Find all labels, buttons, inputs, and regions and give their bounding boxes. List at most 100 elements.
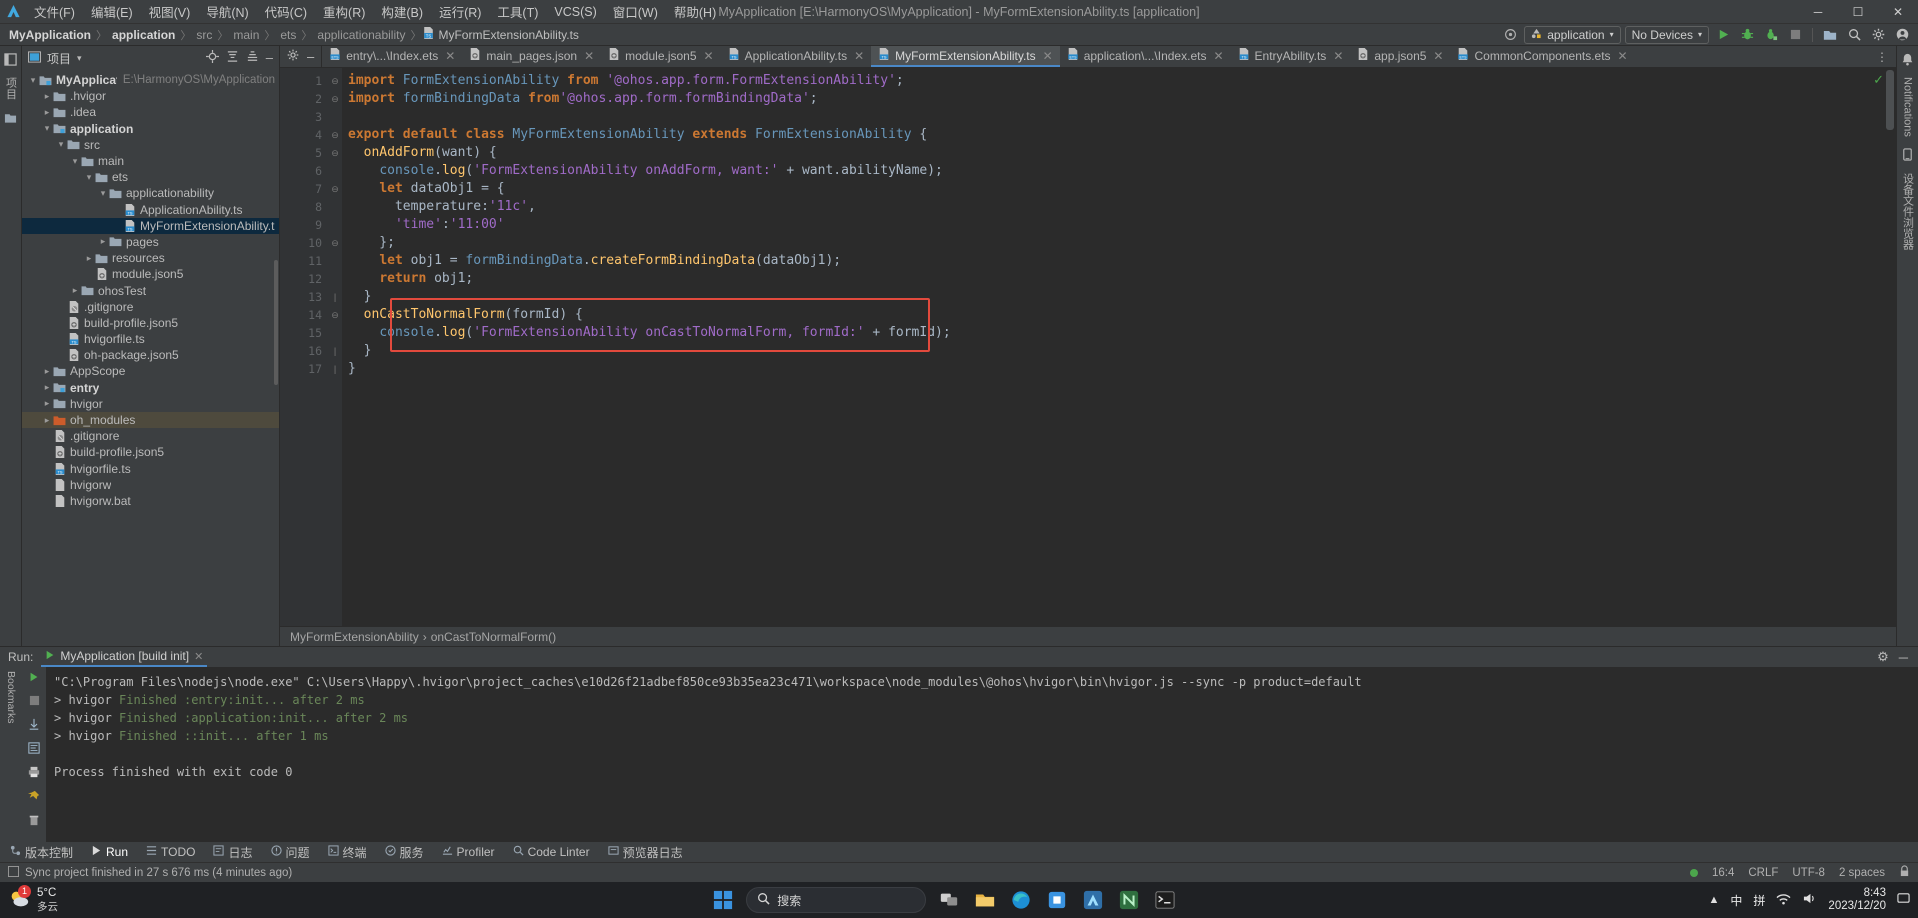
deveco-icon[interactable] (1080, 887, 1106, 913)
settings-icon[interactable] (1868, 26, 1888, 44)
project-tool-icon[interactable] (2, 50, 20, 68)
edge-icon[interactable] (1008, 887, 1034, 913)
menu-item-code[interactable]: 代码(C) (257, 0, 315, 23)
code-line[interactable]: temperature:'11c', (348, 198, 1896, 216)
chevron-down-icon[interactable]: ▾ (84, 172, 94, 183)
project-tree-scrollbar[interactable] (274, 260, 278, 385)
project-panel-title[interactable]: 项目 (47, 50, 71, 67)
tree-row[interactable]: build-profile.json5 (22, 444, 279, 460)
fold-marker[interactable]: ⊖ (328, 90, 342, 108)
code-line[interactable]: console.log('FormExtensionAbility onCast… (348, 324, 1896, 342)
fold-marker[interactable] (328, 270, 342, 288)
notifications-icon[interactable] (1899, 50, 1917, 68)
tree-row[interactable]: TS hvigorfile.ts (22, 331, 279, 347)
store-icon[interactable] (1044, 887, 1070, 913)
editor-tab[interactable]: ETS entry\...\Index.ets ✕ (322, 46, 462, 67)
bottom-tab-服务[interactable]: 服务 (383, 844, 426, 861)
ime-lang-icon[interactable]: 中 (1730, 892, 1742, 909)
menu-item-navigate[interactable]: 导航(N) (198, 0, 256, 23)
device-selector[interactable]: No Devices ▾ (1624, 25, 1709, 44)
notification-icon[interactable] (1897, 892, 1910, 908)
tree-row[interactable]: ▸ pages (22, 234, 279, 250)
account-icon[interactable] (1892, 26, 1912, 44)
editor-breadcrumb-method[interactable]: onCastToNormalForm() (431, 630, 556, 644)
fold-marker[interactable]: ⊖ (328, 180, 342, 198)
encoding[interactable]: UTF-8 (1792, 867, 1825, 879)
maximize-button[interactable]: ☐ (1838, 0, 1878, 24)
code-line[interactable]: }; (348, 234, 1896, 252)
tree-row[interactable]: build-profile.json5 (22, 315, 279, 331)
chevron-right-icon[interactable]: ▸ (42, 415, 52, 426)
more-tabs-icon[interactable]: ⋮ (1876, 50, 1888, 64)
close-icon[interactable]: ✕ (1618, 49, 1628, 63)
editor-scrollbar[interactable] (1886, 70, 1894, 130)
close-icon[interactable]: ✕ (445, 49, 455, 63)
close-icon[interactable]: ✕ (1213, 49, 1223, 63)
chevron-down-icon[interactable]: ▾ (70, 156, 80, 167)
network-icon[interactable] (1776, 892, 1791, 908)
editor-tab[interactable]: TS MyFormExtensionAbility.ts ✕ (871, 46, 1060, 67)
code-line[interactable]: console.log('FormExtensionAbility onAddF… (348, 162, 1896, 180)
tree-row[interactable]: ▸ .idea (22, 104, 279, 120)
fold-marker[interactable] (328, 162, 342, 180)
code-line[interactable]: import formBindingData from'@ohos.app.fo… (348, 90, 1896, 108)
code-line[interactable]: } (348, 360, 1896, 378)
breadcrumb-item-file[interactable]: TS MyFormExtensionAbility.ts (423, 27, 579, 42)
console-output[interactable]: "C:\Program Files\nodejs\node.exe" C:\Us… (46, 667, 1918, 842)
bookmarks-label[interactable]: Bookmarks (5, 671, 17, 724)
chevron-right-icon[interactable]: ▸ (42, 107, 52, 118)
minimize-icon[interactable]: ─ (1899, 650, 1908, 665)
tree-row[interactable]: ▾ src (22, 137, 279, 153)
close-icon[interactable]: ✕ (584, 49, 594, 63)
stop-icon[interactable] (29, 695, 40, 709)
menu-item-build[interactable]: 构建(B) (373, 0, 431, 23)
inspection-ok-icon[interactable]: ✓ (1873, 72, 1884, 88)
tree-row[interactable]: ▸ resources (22, 250, 279, 266)
profile-icon[interactable] (1761, 26, 1781, 44)
expand-all-icon[interactable] (226, 50, 239, 66)
tree-row[interactable]: ▸ AppScope (22, 363, 279, 379)
editor-tab[interactable]: ETS CommonComponents.ets ✕ (1450, 46, 1634, 67)
code-folding-gutter[interactable]: ⊖ ⊖ ⊖ ⊖ ⊖ ⊖ | ⊖ | | (328, 68, 342, 626)
code-line[interactable]: } (348, 288, 1896, 306)
code-content[interactable]: import FormExtensionAbility from '@ohos.… (342, 68, 1896, 626)
fold-marker[interactable] (328, 216, 342, 234)
chevron-right-icon[interactable]: ▸ (42, 91, 52, 102)
code-line[interactable]: return obj1; (348, 270, 1896, 288)
caret-position[interactable]: 16:4 (1712, 867, 1734, 879)
close-icon[interactable]: ✕ (194, 650, 203, 663)
bottom-tab-Profiler[interactable]: Profiler (440, 845, 497, 859)
structure-tool-icon[interactable] (2, 109, 20, 127)
right-rail-label-device-file-browser[interactable]: 设备文件浏览器 (1900, 170, 1916, 253)
bottom-tab-预览器日志[interactable]: 预览器日志 (606, 844, 685, 861)
chevron-down-icon[interactable]: ▾ (56, 139, 66, 150)
tree-row[interactable]: ▸ oh_modules (22, 411, 279, 429)
task-view-icon[interactable] (936, 887, 962, 913)
rerun-icon[interactable] (28, 671, 40, 686)
tree-row[interactable]: ▾ application (22, 121, 279, 137)
volume-icon[interactable] (1802, 892, 1817, 908)
start-icon[interactable] (710, 887, 736, 913)
chevron-right-icon[interactable]: ▸ (42, 398, 52, 409)
bottom-tab-问题[interactable]: 问题 (269, 844, 312, 861)
editor-tab[interactable]: TS EntryAbility.ts ✕ (1231, 46, 1351, 67)
file-explorer-icon[interactable] (972, 887, 998, 913)
tree-row[interactable]: ▸ .hvigor (22, 88, 279, 104)
tree-row[interactable]: oh-package.json5 (22, 347, 279, 363)
collapse-all-icon[interactable] (246, 50, 259, 66)
breadcrumb-item-applicationability[interactable]: applicationability (314, 28, 408, 42)
hide-panel-icon[interactable]: – (307, 50, 314, 63)
code-line[interactable]: import FormExtensionAbility from '@ohos.… (348, 72, 1896, 90)
fold-marker[interactable] (328, 198, 342, 216)
pin-icon[interactable] (28, 790, 40, 805)
gear-icon[interactable]: ⚙ (1877, 649, 1889, 665)
minimize-button[interactable]: ─ (1798, 0, 1838, 24)
editor-tab[interactable]: app.json5 ✕ (1350, 46, 1450, 67)
chevron-right-icon[interactable]: ▸ (84, 253, 94, 264)
menu-item-edit[interactable]: 编辑(E) (83, 0, 141, 23)
debug-icon[interactable] (1737, 26, 1757, 44)
close-icon[interactable]: ✕ (1333, 49, 1343, 63)
editor-tabs[interactable]: ETS entry\...\Index.ets ✕ main_pages.json ✕ m… (322, 46, 1868, 67)
print-icon[interactable] (28, 766, 40, 781)
close-icon[interactable]: ✕ (854, 49, 864, 63)
